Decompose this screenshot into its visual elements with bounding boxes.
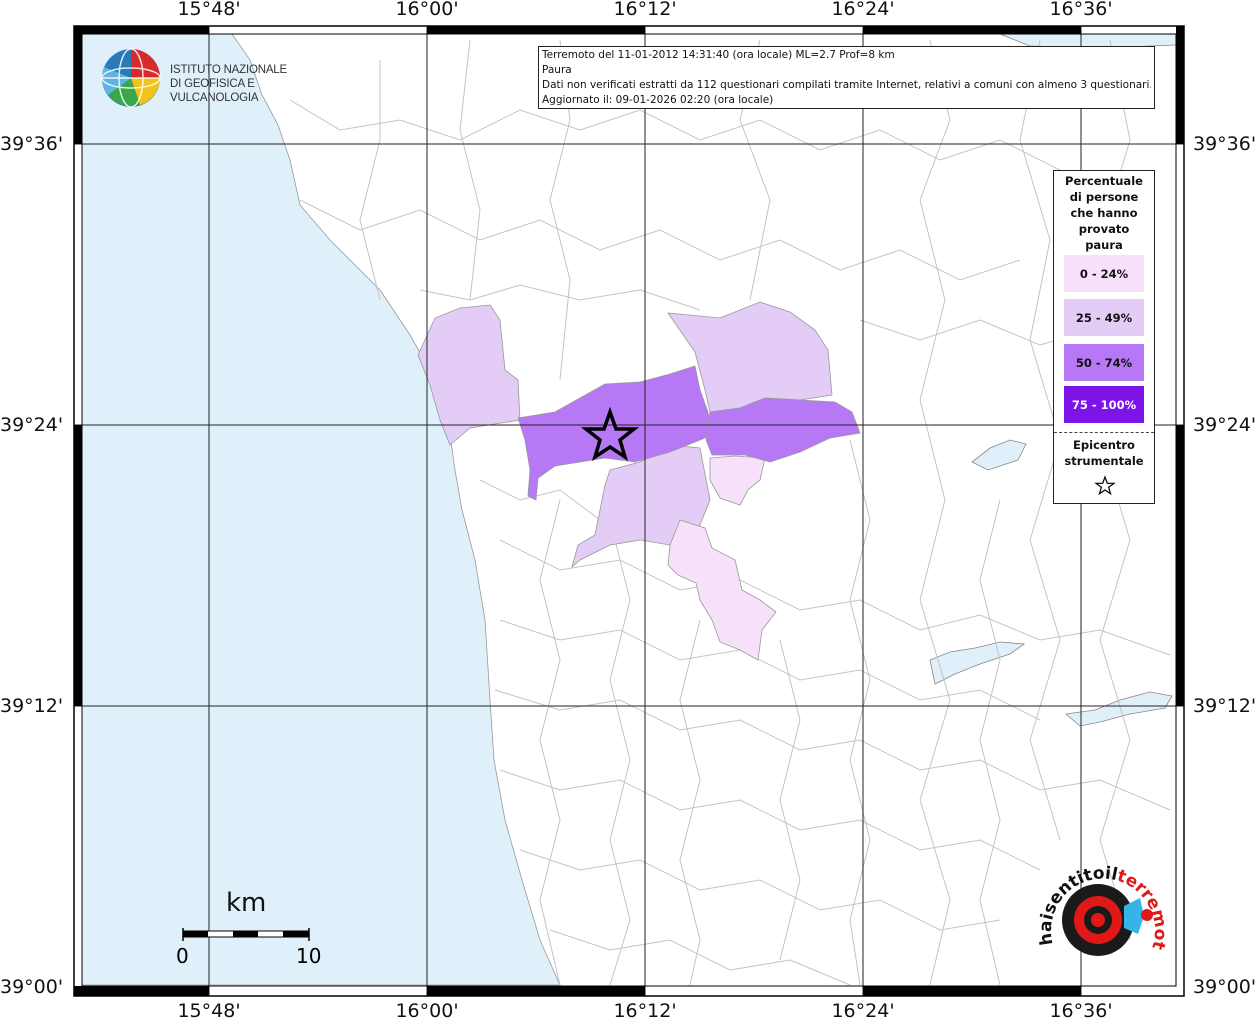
latitude-label-right-1: 39°36' (1193, 133, 1256, 155)
legend-epicenter-line: strumentale (1064, 454, 1144, 468)
latitude-label-right-2: 39°24' (1193, 414, 1256, 436)
data-disclaimer: Dati non verificati estratti da 112 ques… (542, 79, 1151, 91)
longitude-label-bottom-2: 16°00' (395, 1000, 459, 1022)
ingv-name-line2: DI GEOFISICA E VULCANOLOGIA (170, 78, 259, 104)
legend-separator (1054, 432, 1154, 433)
update-timestamp: Aggiornato il: 09-01-2026 02:20 (ora loc… (542, 94, 774, 106)
ingv-globe-icon (101, 48, 161, 108)
ingv-name-line1: ISTITUTO NAZIONALE (170, 64, 287, 76)
scale-min-label: 0 (176, 944, 189, 968)
legend-star-icon (1094, 475, 1116, 496)
scale-bar-graphic (182, 928, 310, 941)
longitude-label-top-2: 16°00' (395, 0, 459, 20)
longitude-label-bottom-5: 16°36' (1049, 1000, 1113, 1022)
longitude-label-top-3: 16°12' (613, 0, 677, 20)
latitude-label-right-3: 39°12' (1193, 695, 1256, 717)
event-title: Terremoto del 11-01-2012 14:31:40 (ora l… (542, 49, 895, 61)
haisentitoilterremoto-logo: haisentitoilterremoto.it (1032, 843, 1170, 988)
scale-max-label: 10 (296, 944, 322, 968)
longitude-label-top-1: 15°48' (177, 0, 241, 20)
legend-class-50-74: 50 - 74% (1064, 344, 1144, 381)
legend-class-25-49: 25 - 49% (1064, 299, 1144, 336)
legend-title-line: che hanno (1070, 206, 1138, 220)
latitude-label-left-3: 39°12' (0, 695, 64, 717)
longitude-label-bottom-4: 16°24' (831, 1000, 895, 1022)
longitude-label-top-4: 16°24' (831, 0, 895, 20)
latitude-label-left-4: 39°00' (0, 976, 64, 998)
legend-title-line: paura (1085, 238, 1123, 252)
legend-epicenter-label: Epicentro strumentale (1054, 437, 1154, 469)
legend-class-label: 0 - 24% (1079, 266, 1129, 281)
legend-epicenter-line: Epicentro (1073, 438, 1135, 452)
event-info-box: Terremoto del 11-01-2012 14:31:40 (ora l… (538, 46, 1155, 109)
legend-title: Percentuale di persone che hanno provato… (1054, 171, 1154, 253)
longitude-label-bottom-3: 16°12' (613, 1000, 677, 1022)
latitude-label-left-2: 39°24' (0, 414, 64, 436)
legend-title-line: provato (1078, 222, 1130, 236)
hsi-target-icon: haisentitoilterremoto.it (1032, 843, 1170, 956)
legend-class-0-24: 0 - 24% (1064, 255, 1144, 292)
latitude-label-right-4: 39°00' (1193, 976, 1256, 998)
longitude-label-top-5: 16°36' (1049, 0, 1113, 20)
legend-title-line: Percentuale (1065, 174, 1143, 188)
latitude-label-left-1: 39°36' (0, 133, 64, 155)
legend-class-label: 50 - 74% (1075, 355, 1133, 370)
legend-class-label: 25 - 49% (1075, 310, 1133, 325)
ingv-logo: ISTITUTO NAZIONALE DI GEOFISICA E VULCAN… (100, 47, 320, 111)
legend-class-label: 75 - 100% (1071, 397, 1137, 412)
legend: Percentuale di persone che hanno provato… (1053, 170, 1155, 504)
map-parameter: Paura (542, 64, 572, 76)
scale-bar: km 0 10 (170, 888, 330, 978)
longitude-label-bottom-1: 15°48' (177, 1000, 241, 1022)
scale-unit: km (226, 888, 267, 918)
legend-class-75-100: 75 - 100% (1064, 386, 1144, 423)
legend-title-line: di persone (1069, 190, 1139, 204)
